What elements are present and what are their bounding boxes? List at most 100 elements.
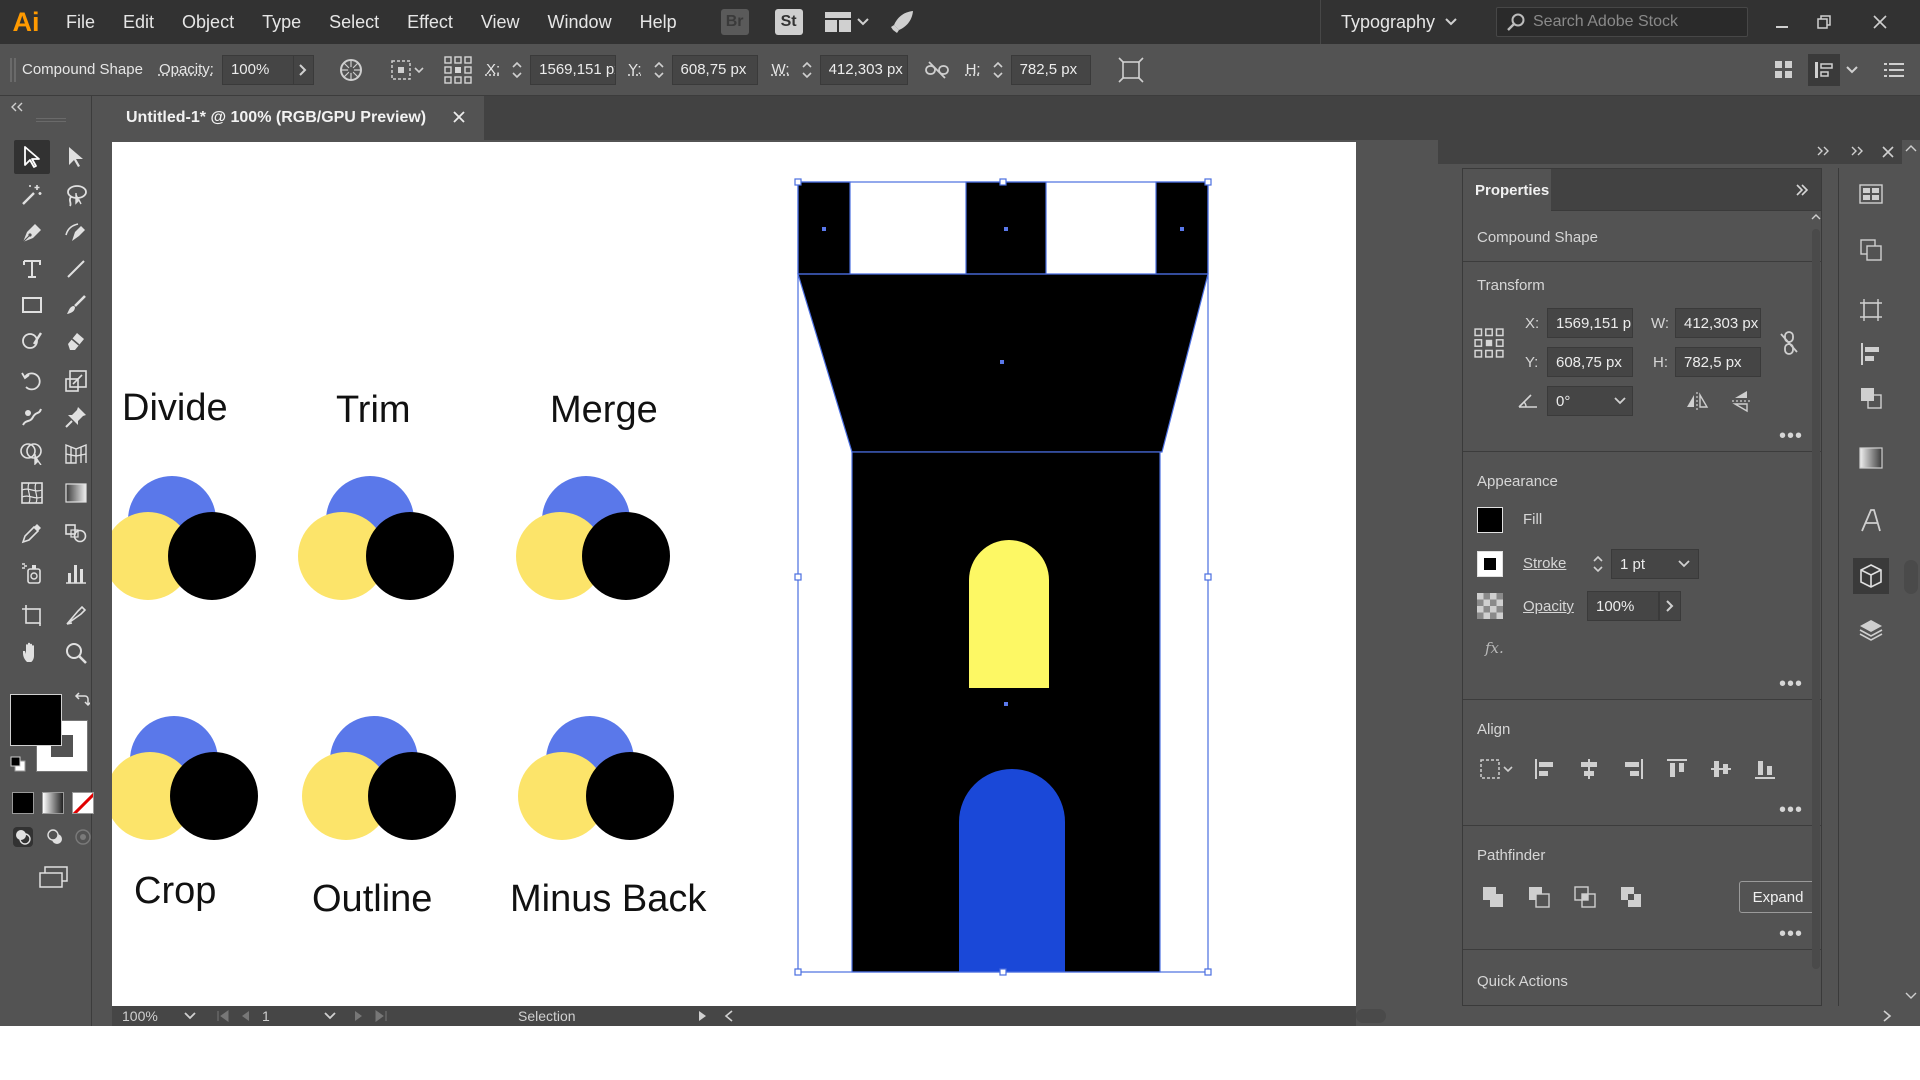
restore-button[interactable] [1804,0,1844,44]
recolor-artwork-button[interactable] [336,55,366,85]
artboard-number[interactable]: 1 [262,1008,324,1024]
libraries-panel-button[interactable] [1853,176,1889,212]
align-left-button[interactable] [1529,753,1561,785]
rotate-angle-field[interactable] [1547,386,1633,416]
stock-button[interactable]: St [774,9,803,35]
double-chevron-right-icon[interactable] [1795,184,1809,196]
divide-circles-group[interactable] [112,476,256,600]
zoom-tool[interactable] [58,636,94,670]
collapse-panels-icon[interactable] [1850,146,1864,156]
menu-help[interactable]: Help [626,0,691,44]
minus-back-circles-group[interactable] [518,716,674,840]
transform-w-input[interactable] [1684,314,1760,332]
align-horizontal-center-button[interactable] [1573,753,1605,785]
shape-builder-tool[interactable] [14,436,50,470]
y-stepper[interactable] [650,55,668,85]
stroke-weight-field[interactable] [1611,549,1699,579]
color-mode-button[interactable] [12,792,34,814]
default-fill-stroke-icon[interactable] [10,756,26,772]
symbol-sprayer-tool[interactable] [14,556,50,590]
opacity-label[interactable]: Opacity: [159,61,214,78]
vertical-scrollbar[interactable] [1902,140,1920,1006]
exclude-button[interactable] [1615,881,1647,913]
appearance-opacity-input[interactable] [1596,597,1658,615]
close-icon[interactable] [1882,146,1894,158]
transform-x-field[interactable] [1547,308,1633,338]
tower-door[interactable] [959,769,1065,972]
menu-view[interactable]: View [467,0,534,44]
status-menu-arrow-icon[interactable] [698,1010,708,1022]
w-stepper[interactable] [798,55,816,85]
w-input[interactable] [828,61,907,78]
black-circle[interactable] [170,752,258,840]
warp-tool[interactable] [14,400,50,434]
workspace-switcher[interactable]: Typography [1320,0,1457,44]
pathfinder-more-options-button[interactable]: ••• [1779,923,1803,946]
menu-effect[interactable]: Effect [393,0,467,44]
transform-h-field[interactable] [1675,347,1761,377]
reference-point-selector[interactable] [1473,327,1505,359]
artboard-tool[interactable] [14,598,50,632]
align-vertical-center-button[interactable] [1705,753,1737,785]
h-stepper[interactable] [989,55,1007,85]
rocket-icon[interactable] [887,7,917,37]
close-document-button[interactable] [448,106,470,128]
last-artboard-icon[interactable] [374,1010,388,1022]
chevron-down-icon[interactable] [1846,65,1858,74]
stroke-swatch[interactable] [1477,551,1503,577]
trim-circles-group[interactable] [298,476,454,600]
draw-normal-button[interactable] [8,822,38,852]
fill-color-swatch[interactable] [10,694,62,746]
constrain-proportions-toggle[interactable] [1773,327,1805,359]
collapse-panel-icon[interactable] [10,102,24,112]
shaper-tool[interactable] [14,324,50,358]
align-right-button[interactable] [1617,753,1649,785]
isolate-button[interactable] [1768,54,1800,86]
x-stepper[interactable] [508,55,526,85]
gradient-tool[interactable] [58,476,94,510]
draw-inside-button[interactable] [70,822,96,852]
menu-type[interactable]: Type [248,0,315,44]
rotate-angle-input[interactable] [1556,392,1606,410]
opacity-input[interactable] [230,61,293,78]
type-tool[interactable] [14,252,50,286]
paintbrush-tool[interactable] [58,288,94,322]
align-top-button[interactable] [1661,753,1693,785]
crop-circles-group[interactable] [112,716,258,840]
expand-button[interactable]: Expand [1739,881,1817,913]
appearance-opacity-expand[interactable] [1659,591,1681,621]
swap-fill-stroke-icon[interactable] [74,692,90,708]
chevron-down-icon[interactable] [1614,397,1626,405]
transform-x-input[interactable] [1556,314,1632,332]
constrain-proportions-button[interactable] [922,55,952,85]
align-panel-button[interactable] [1853,336,1889,372]
intersect-button[interactable] [1569,881,1601,913]
merge-circles-group[interactable] [516,476,670,600]
chevron-down-icon[interactable] [184,1012,196,1020]
arrange-documents-button[interactable] [824,7,869,37]
slice-tool[interactable] [58,598,94,632]
zoom-level[interactable]: 100% [122,1008,182,1024]
bridge-button[interactable]: Br [720,9,749,35]
appearance-opacity-field[interactable] [1587,591,1659,621]
stock-search-box[interactable] [1496,7,1748,37]
transform-y-field[interactable] [1547,347,1633,377]
opacity-expand-button[interactable] [293,54,314,85]
stock-search-input[interactable] [1533,13,1733,31]
scale-tool[interactable] [58,364,94,398]
scroll-up-icon[interactable] [1811,213,1821,221]
direct-selection-tool[interactable] [58,140,94,174]
align-bottom-button[interactable] [1749,753,1781,785]
stroke-weight-input[interactable] [1620,555,1674,573]
previous-artboard-icon[interactable] [240,1010,250,1022]
eyedropper-tool[interactable] [14,516,50,550]
curvature-tool[interactable] [58,216,94,250]
black-circle[interactable] [586,752,674,840]
draw-behind-button[interactable] [40,822,70,852]
lasso-tool[interactable] [58,178,94,212]
chevron-down-icon[interactable] [324,1012,336,1020]
document-tab[interactable]: Untitled-1* @ 100% (RGB/GPU Preview) [92,96,484,140]
black-circle[interactable] [368,752,456,840]
hand-tool[interactable] [14,636,50,670]
collapse-panels-icon[interactable] [1816,146,1830,156]
